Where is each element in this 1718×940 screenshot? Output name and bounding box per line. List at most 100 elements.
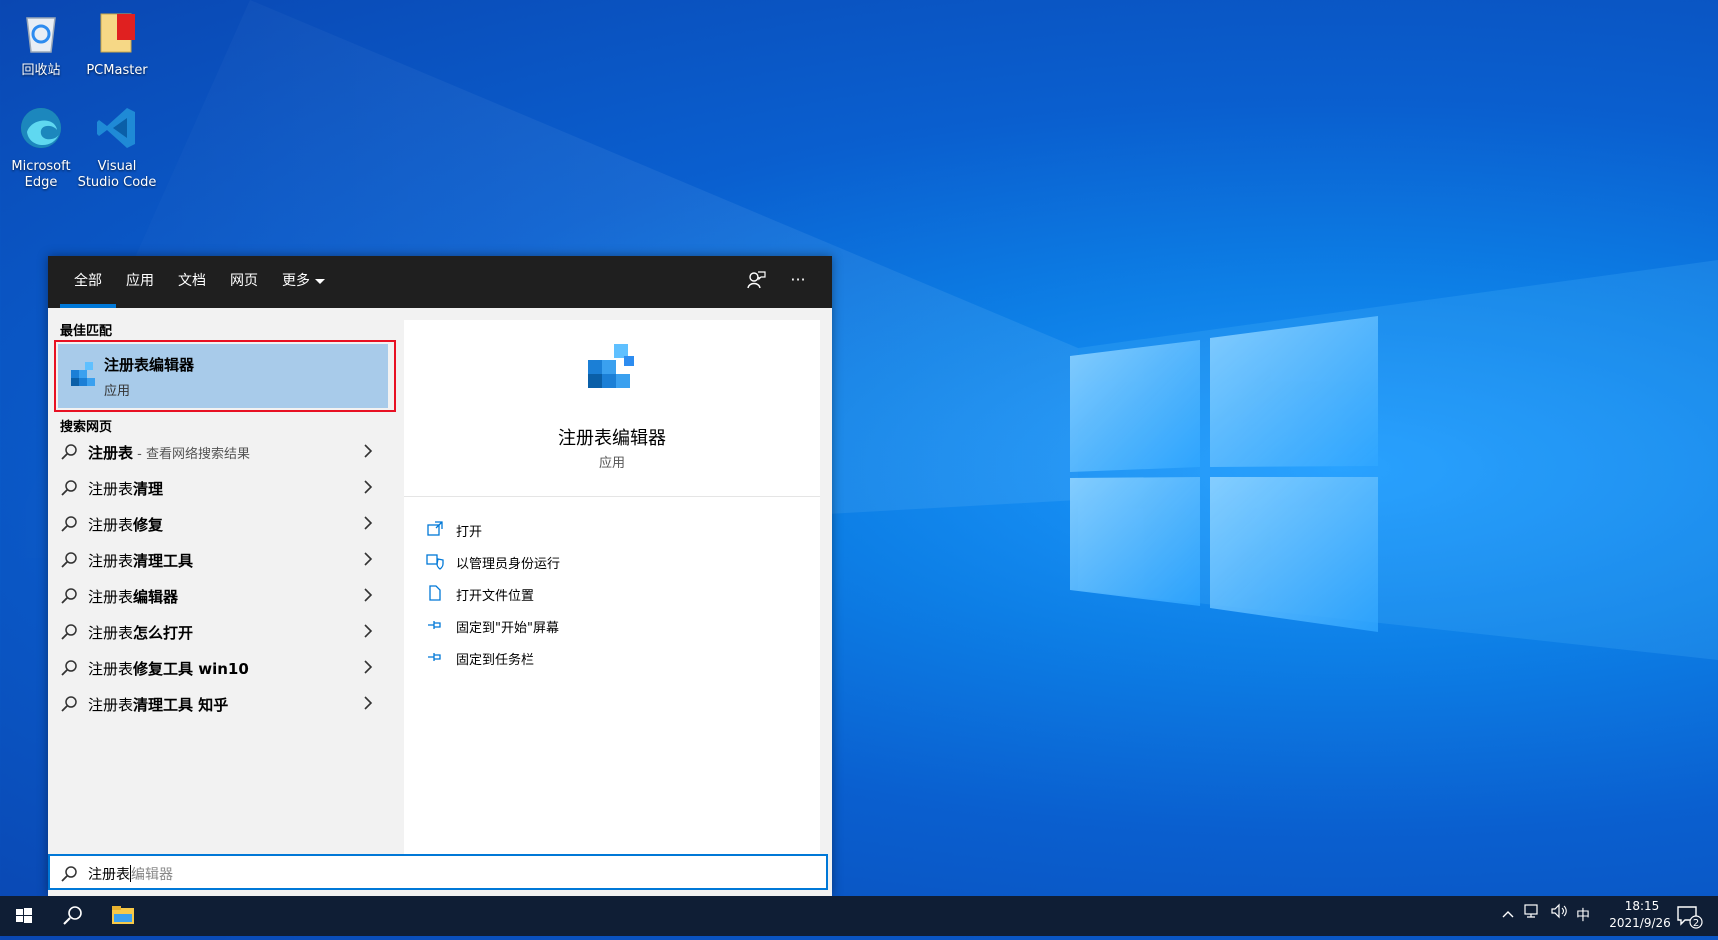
action-label: 打开文件位置	[456, 589, 535, 604]
action-label: 固定到任务栏	[456, 653, 535, 668]
best-match-name: 注册表编辑器	[104, 356, 195, 374]
desktop-icon-pcmaster[interactable]: PCMaster	[76, 8, 158, 79]
search-icon	[61, 444, 77, 460]
file-explorer-icon	[112, 906, 134, 924]
preview-app-name: 注册表编辑器	[558, 428, 666, 449]
web-result-suffix: 修复	[133, 516, 164, 534]
notification-icon: 2	[1677, 905, 1703, 929]
action-open[interactable]: 打开	[426, 516, 806, 544]
best-match-heading: 最佳匹配	[60, 324, 113, 339]
chevron-right-icon	[364, 660, 373, 674]
action-label: 以管理员身份运行	[456, 557, 561, 572]
shield-icon	[426, 554, 444, 570]
vscode-icon	[97, 108, 135, 148]
volume-icon	[1551, 903, 1567, 919]
search-icon	[61, 588, 77, 604]
search-icon	[61, 696, 77, 712]
pin-icon	[428, 621, 441, 629]
desktop-icon-label: Visual Studio Code	[77, 159, 157, 190]
action-run-as-admin[interactable]: 以管理员身份运行	[426, 548, 806, 576]
results-list: 最佳匹配 注册表编辑器 应用 搜索网页 注册表 - 查看网络搜索结果 注册表清理…	[48, 308, 396, 836]
action-pin-to-taskbar[interactable]: 固定到任务栏	[426, 644, 806, 672]
search-icon	[61, 660, 77, 676]
desktop-icon-label: 回收站	[21, 63, 61, 78]
desktop-icon-vscode[interactable]: Visual Studio Code	[76, 104, 158, 191]
tab-documents[interactable]: 文档	[176, 256, 208, 308]
search-icon	[61, 552, 77, 568]
web-result-match: 注册表	[88, 624, 134, 642]
web-result-hint: - 查看网络搜索结果	[133, 447, 250, 462]
pin-icon	[428, 653, 441, 661]
chevron-right-icon	[364, 588, 373, 602]
search-typed-text: 注册表	[88, 867, 130, 883]
tab-apps[interactable]: 应用	[124, 256, 156, 308]
web-result-item[interactable]: 注册表清理	[48, 470, 392, 506]
tab-web[interactable]: 网页	[228, 256, 260, 308]
search-icon	[63, 906, 82, 925]
action-pin-to-start[interactable]: 固定到"开始"屏幕	[426, 612, 806, 640]
action-center-button[interactable]: 2	[1668, 896, 1708, 936]
more-options-icon[interactable]: ···	[786, 268, 810, 292]
chevron-right-icon	[364, 624, 373, 638]
best-match-item[interactable]: 注册表编辑器 应用	[58, 344, 388, 408]
search-results-panel: 全部 应用 文档 网页 更多 ··· 最佳匹配 注册表编辑器 应用 搜索网页 注…	[48, 256, 832, 896]
preview-app-type: 应用	[598, 456, 625, 471]
taskbar: 中 18:15 2021/9/26 2	[0, 896, 1718, 936]
search-filter-bar: 全部 应用 文档 网页 更多 ···	[48, 256, 832, 308]
web-result-match: 注册表	[88, 444, 134, 462]
show-hidden-icons-button[interactable]	[1496, 896, 1520, 936]
chevron-up-icon	[1502, 911, 1514, 918]
desktop-icon-recycle-bin[interactable]: 回收站	[0, 8, 82, 79]
taskbar-file-explorer[interactable]	[98, 896, 148, 936]
open-icon	[427, 521, 443, 536]
web-result-match: 注册表	[88, 660, 134, 678]
web-result-suffix: 怎么打开	[133, 624, 194, 642]
web-result-match: 注册表	[88, 552, 134, 570]
action-label: 固定到"开始"屏幕	[456, 621, 559, 636]
feedback-icon[interactable]	[744, 270, 768, 294]
search-icon	[61, 624, 77, 640]
action-open-file-location[interactable]: 打开文件位置	[426, 580, 806, 608]
network-icon	[1524, 904, 1538, 918]
preview-pane: 注册表编辑器 应用 打开 以管理员身份运行 打开文件位置 固定到"开始"屏幕 固…	[404, 320, 820, 854]
web-result-item[interactable]: 注册表 - 查看网络搜索结果	[48, 434, 392, 470]
web-result-item[interactable]: 注册表修复工具 win10	[48, 650, 392, 686]
desktop-icon-edge[interactable]: Microsoft Edge	[0, 104, 82, 191]
divider	[404, 496, 820, 497]
web-result-item[interactable]: 注册表修复	[48, 506, 392, 542]
tab-more-label: 更多	[282, 273, 310, 289]
web-result-suffix: 编辑器	[133, 588, 179, 606]
search-icon	[61, 516, 77, 532]
web-result-suffix: 清理工具	[133, 552, 194, 570]
web-result-item[interactable]: 注册表编辑器	[48, 578, 392, 614]
network-button[interactable]	[1520, 896, 1546, 936]
web-result-item[interactable]: 注册表清理工具 知乎	[48, 686, 392, 722]
chevron-right-icon	[364, 480, 373, 494]
taskbar-search-button[interactable]	[48, 896, 96, 936]
volume-button[interactable]	[1546, 896, 1572, 936]
web-result-match: 注册表	[88, 588, 134, 606]
chevron-right-icon	[364, 516, 373, 530]
web-result-suffix: 清理	[133, 480, 164, 498]
web-result-suffix: 修复工具 win10	[133, 660, 249, 678]
web-result-match: 注册表	[88, 480, 134, 498]
web-result-item[interactable]: 注册表清理工具	[48, 542, 392, 578]
start-icon	[16, 908, 32, 923]
web-search-heading: 搜索网页	[60, 420, 113, 435]
folder-icon	[100, 13, 135, 53]
search-input[interactable]: 注册表编辑器	[48, 854, 828, 890]
search-icon	[61, 866, 77, 882]
edge-icon	[21, 108, 61, 148]
regedit-icon	[588, 344, 634, 388]
search-suggestion: 编辑器	[131, 867, 173, 883]
start-button[interactable]	[0, 896, 48, 936]
tab-all[interactable]: 全部	[60, 256, 116, 308]
chevron-right-icon	[364, 444, 373, 458]
search-icon	[61, 480, 77, 496]
notification-count: 2	[1693, 918, 1699, 929]
web-result-suffix: 清理工具 知乎	[133, 696, 229, 714]
tab-more[interactable]: 更多	[280, 256, 328, 308]
regedit-icon	[71, 362, 95, 386]
web-result-match: 注册表	[88, 696, 134, 714]
web-result-item[interactable]: 注册表怎么打开	[48, 614, 392, 650]
